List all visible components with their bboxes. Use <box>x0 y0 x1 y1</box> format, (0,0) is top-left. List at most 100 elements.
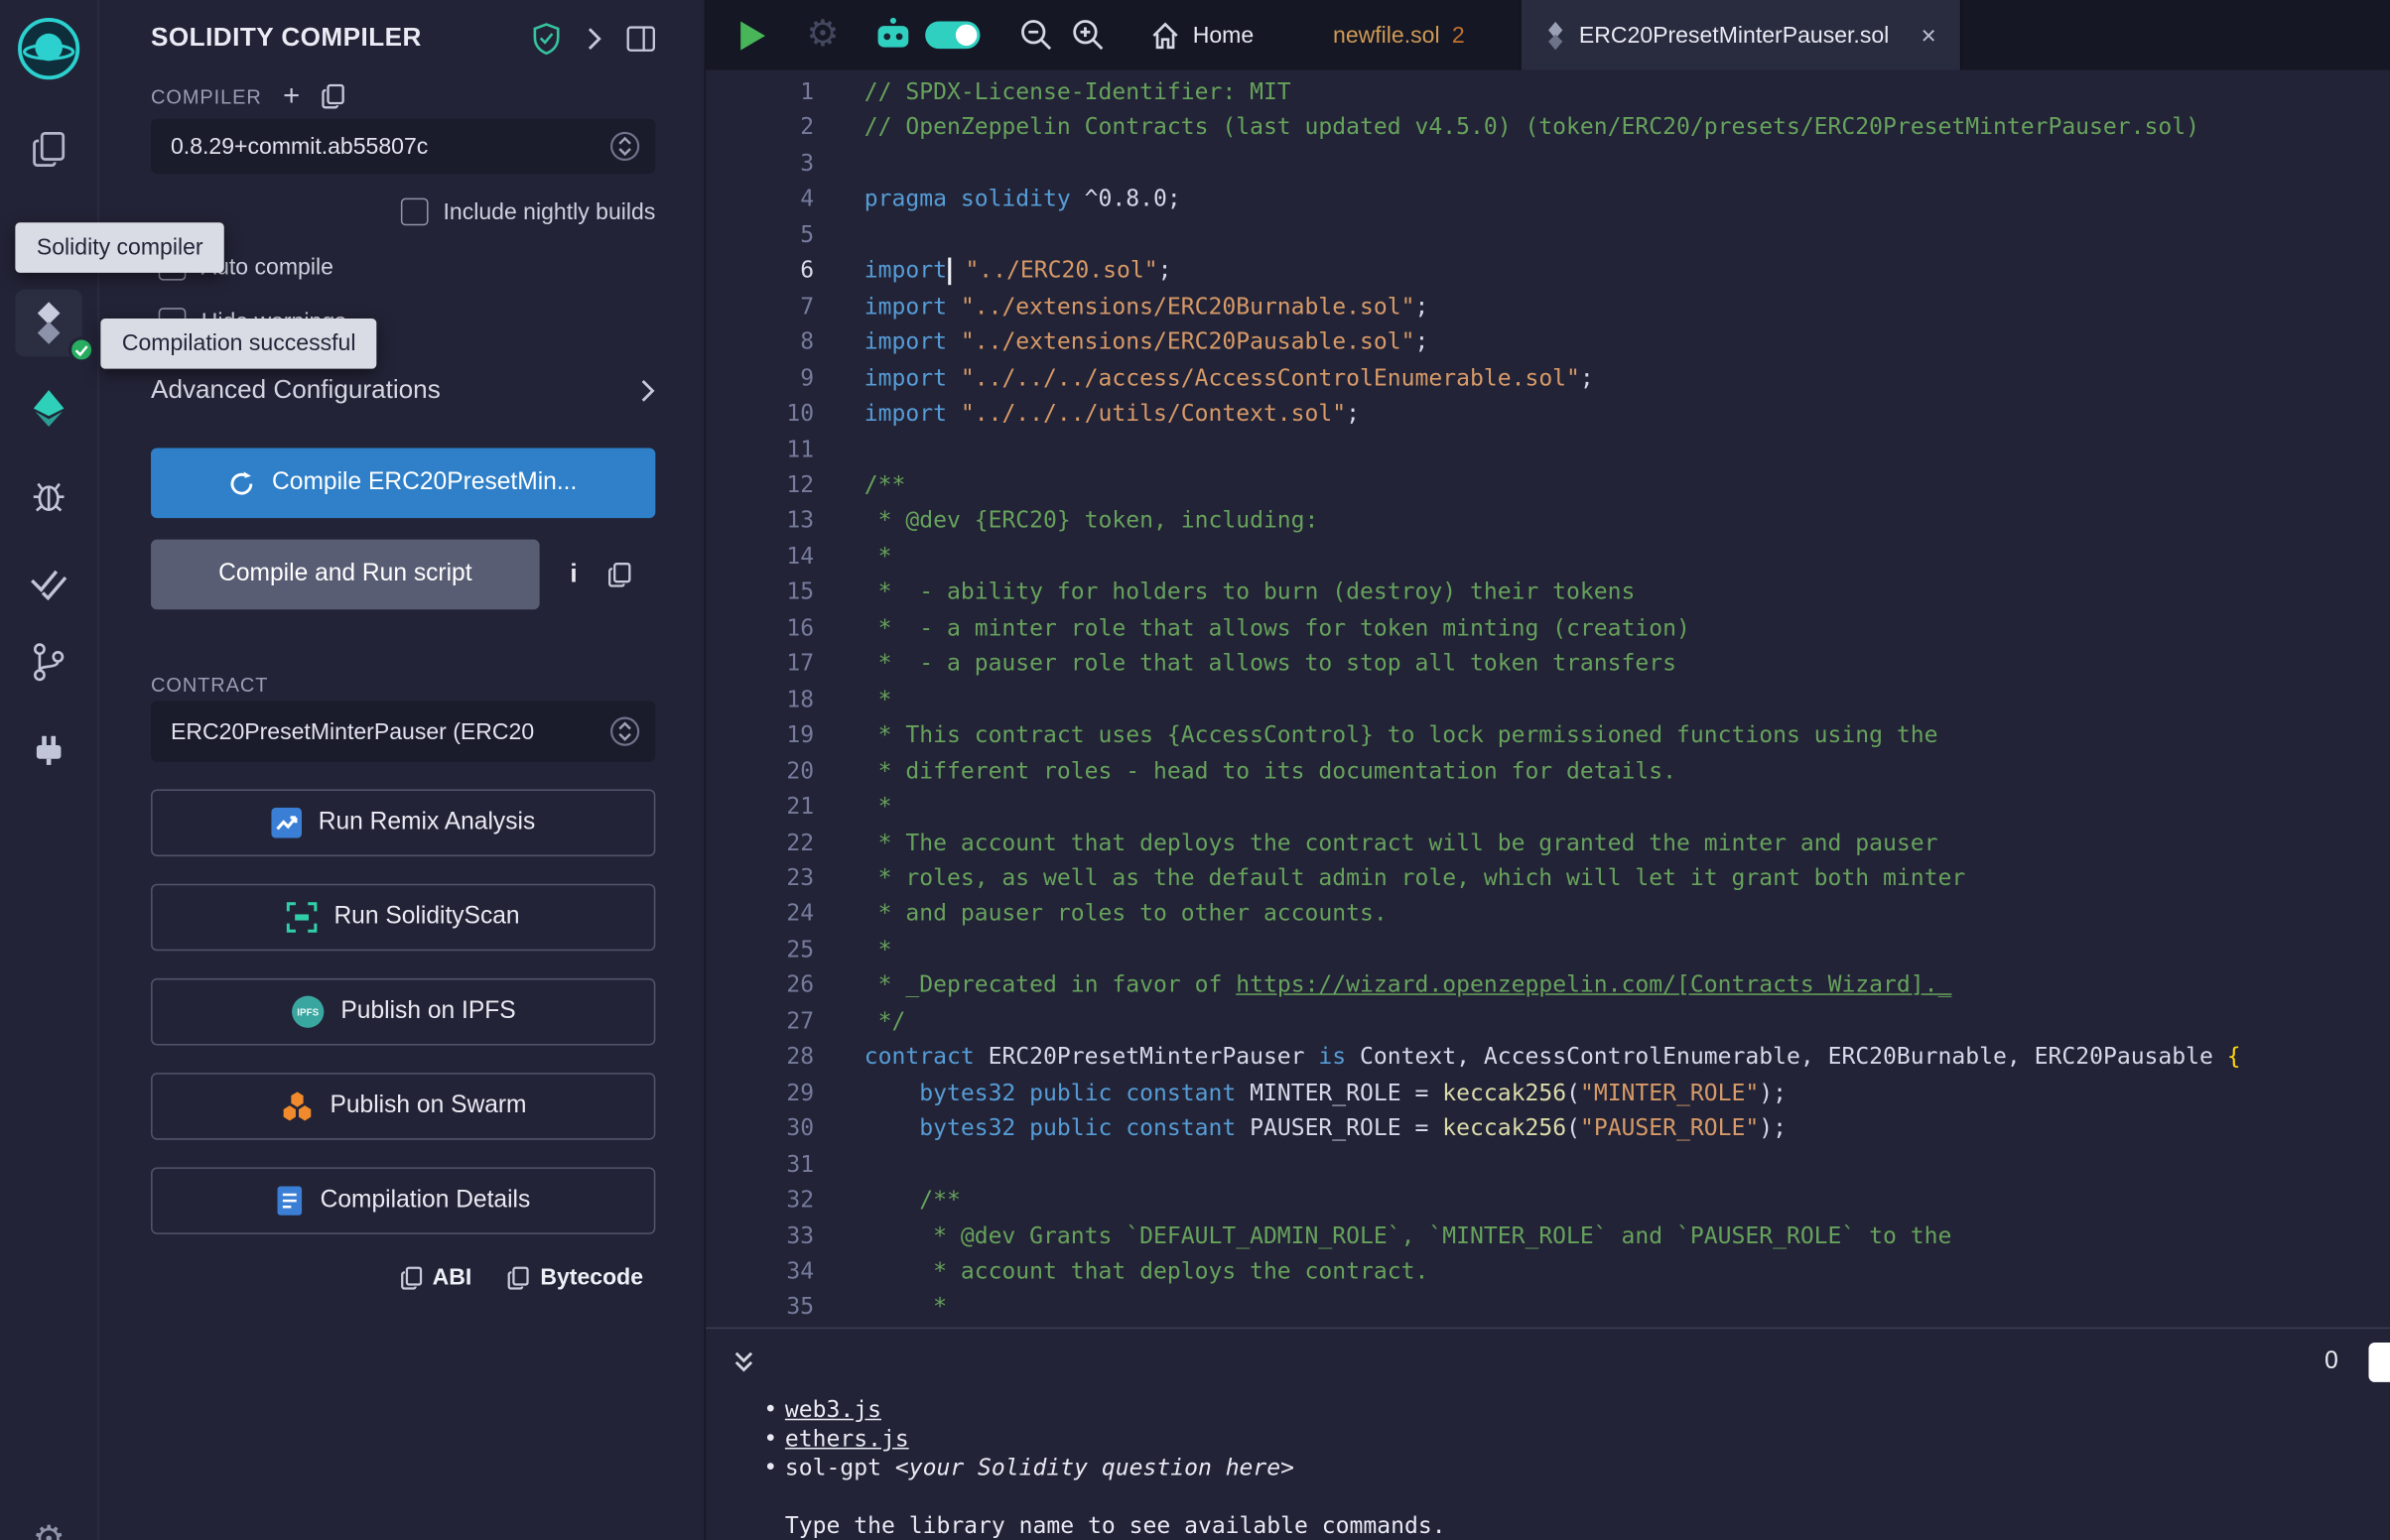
line-number: 14 <box>706 539 814 575</box>
code-line[interactable]: bytes32 public constant MINTER_ROLE = ke… <box>864 1076 2390 1111</box>
code-line[interactable]: * This contract uses {AccessControl} to … <box>864 718 2390 754</box>
tab-newfile-sol[interactable]: newfile.sol 2 <box>1318 0 1480 70</box>
terminal-output[interactable]: •web3.js•ethers.js•sol-gpt <your Solidit… <box>706 1396 2390 1540</box>
line-number: 6 <box>706 253 814 289</box>
terminal-link[interactable]: ethers.js <box>785 1425 909 1453</box>
code-line[interactable]: * @dev Grants `DEFAULT_ADMIN_ROLE`, `MIN… <box>864 1219 2390 1254</box>
contract-select[interactable]: ERC20PresetMinterPauser (ERC20 <box>151 701 655 761</box>
compile-button[interactable]: Compile ERC20PresetMin... <box>151 448 655 518</box>
code-line[interactable]: import "../../../utils/Context.sol"; <box>864 396 2390 432</box>
debugger-icon[interactable] <box>0 475 97 515</box>
file-explorer-icon[interactable] <box>0 128 97 171</box>
run-script-play-icon[interactable] <box>737 19 766 51</box>
code-line[interactable]: * _Deprecated in favor of https://wizard… <box>864 968 2390 1004</box>
compile-and-run-button[interactable]: Compile and Run script <box>151 540 540 610</box>
code-line[interactable]: * <box>864 539 2390 575</box>
line-number: 2 <box>706 110 814 146</box>
zoom-in-icon[interactable] <box>1071 18 1105 52</box>
code-editor[interactable]: 1234567891011121314151617181920212223242… <box>706 70 2390 1328</box>
code-line[interactable]: */ <box>864 1004 2390 1040</box>
code-line[interactable]: * and pauser roles to other accounts. <box>864 897 2390 933</box>
info-icon[interactable]: i <box>570 560 577 590</box>
code-line[interactable]: * different roles - head to its document… <box>864 754 2390 790</box>
copy-abi-button[interactable]: ABI <box>400 1265 471 1291</box>
compilation-details-button[interactable]: Compilation Details <box>151 1167 655 1234</box>
add-custom-compiler-icon[interactable]: + <box>283 81 300 110</box>
code-line[interactable] <box>864 432 2390 467</box>
remixai-toggle-switch[interactable] <box>924 21 979 49</box>
code-line[interactable]: import "../../../access/AccessControlEnu… <box>864 360 2390 396</box>
refresh-icon <box>229 470 255 496</box>
code-line[interactable]: * <box>864 933 2390 968</box>
close-icon[interactable]: × <box>1922 22 1936 48</box>
solidity-file-icon <box>1545 21 1565 50</box>
code-line[interactable] <box>864 146 2390 182</box>
code-line[interactable]: // SPDX-License-Identifier: MIT <box>864 74 2390 110</box>
copy-compiler-icon[interactable] <box>322 83 344 109</box>
home-label: Home <box>1193 22 1254 48</box>
code-token: * _Deprecated in favor of <box>864 971 1236 999</box>
terminal-link[interactable]: web3.js <box>785 1396 881 1424</box>
code-line[interactable]: * The account that deploys the contract … <box>864 826 2390 861</box>
run-remix-analysis-button[interactable]: Run Remix Analysis <box>151 789 655 856</box>
line-number: 21 <box>706 790 814 826</box>
code-line[interactable]: pragma solidity ^0.8.0; <box>864 182 2390 217</box>
code-area[interactable]: // SPDX-License-Identifier: MIT// OpenZe… <box>864 70 2390 1328</box>
solidity-compiler-icon[interactable] <box>15 290 82 357</box>
remix-logo-icon <box>15 15 82 82</box>
code-token: * <box>864 936 892 963</box>
plugin-manager-icon[interactable] <box>0 728 97 768</box>
copy-script-icon[interactable] <box>607 562 630 587</box>
code-token <box>864 1114 919 1142</box>
code-line[interactable]: contract ERC20PresetMinterPauser is Cont… <box>864 1040 2390 1076</box>
script-config-gear-icon[interactable]: ⚙ <box>806 17 839 54</box>
double-chevron-down-icon[interactable] <box>730 1348 758 1376</box>
code-line[interactable]: import "../extensions/ERC20Pausable.sol"… <box>864 324 2390 360</box>
code-line[interactable] <box>864 1147 2390 1183</box>
publish-on-swarm-button[interactable]: Publish on Swarm <box>151 1073 655 1140</box>
abi-label: ABI <box>433 1265 472 1291</box>
advanced-configurations[interactable]: Advanced Configurations <box>151 369 655 412</box>
tab-erc20presetminterpauser-sol[interactable]: ERC20PresetMinterPauser.sol × <box>1520 0 1962 70</box>
code-line[interactable]: import "../ERC20.sol"; <box>864 253 2390 289</box>
code-line[interactable]: // OpenZeppelin Contracts (last updated … <box>864 110 2390 146</box>
code-token: PAUSER_ROLE = <box>1236 1114 1442 1142</box>
compiler-version-select[interactable]: 0.8.29+commit.ab55807c <box>151 119 655 174</box>
run-solidityscan-button[interactable]: Run SolidityScan <box>151 884 655 952</box>
remixai-robot-icon[interactable] <box>872 17 912 54</box>
code-line[interactable] <box>864 217 2390 253</box>
code-line[interactable]: * <box>864 683 2390 718</box>
zoom-out-icon[interactable] <box>1019 18 1053 52</box>
settings-gear-icon[interactable]: ⚙ <box>0 1521 97 1540</box>
compile-success-check-icon <box>68 336 94 362</box>
tab-home[interactable]: Home <box>1150 21 1254 50</box>
copy-bytecode-button[interactable]: Bytecode <box>508 1265 643 1291</box>
terminal-search-box[interactable] <box>2368 1343 2389 1382</box>
code-line[interactable]: * <box>864 1290 2390 1326</box>
code-token <box>864 1186 919 1214</box>
code-token: * - ability for holders to burn (destroy… <box>864 578 1636 606</box>
copy-icon <box>400 1265 421 1290</box>
code-line[interactable]: import "../extensions/ERC20Burnable.sol"… <box>864 289 2390 324</box>
contract-select-value: ERC20PresetMinterPauser (ERC20 <box>171 718 534 744</box>
code-line[interactable]: * account that deploys the contract. <box>864 1254 2390 1290</box>
code-line[interactable]: * roles, as well as the default admin ro… <box>864 861 2390 897</box>
code-token: "PAUSER_ROLE" <box>1580 1114 1759 1142</box>
code-line[interactable]: * @dev {ERC20} token, including: <box>864 503 2390 539</box>
code-token: ; <box>1346 399 1360 427</box>
code-line[interactable]: * <box>864 790 2390 826</box>
code-line[interactable]: * - a pauser role that allows to stop al… <box>864 647 2390 683</box>
pin-panel-icon[interactable] <box>626 25 655 51</box>
code-line[interactable]: bytes32 public constant PAUSER_ROLE = ke… <box>864 1111 2390 1147</box>
code-line[interactable]: * - ability for holders to burn (destroy… <box>864 575 2390 610</box>
include-nightly-checkbox[interactable] <box>400 198 428 226</box>
remix-logo[interactable] <box>0 15 97 82</box>
code-line[interactable]: /** <box>864 1183 2390 1219</box>
code-line[interactable]: * - a minter role that allows for token … <box>864 611 2390 647</box>
code-line[interactable]: /** <box>864 467 2390 503</box>
git-icon[interactable] <box>0 640 97 683</box>
deploy-run-icon[interactable] <box>0 387 97 430</box>
chevron-right-icon[interactable] <box>586 25 602 51</box>
static-analysis-icon[interactable] <box>0 566 97 602</box>
publish-on-ipfs-button[interactable]: IPFS Publish on IPFS <box>151 978 655 1046</box>
